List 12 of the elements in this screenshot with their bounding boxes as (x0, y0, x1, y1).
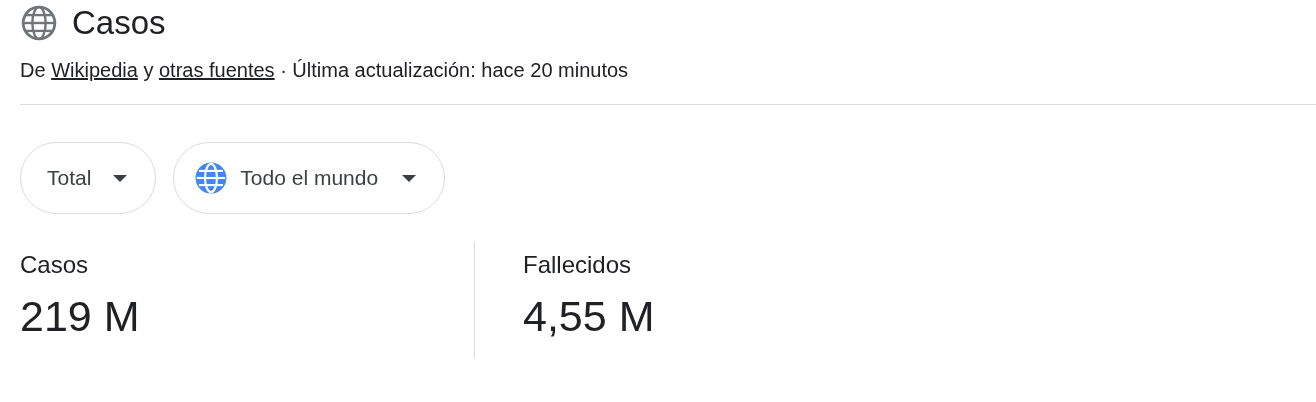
caret-icon (113, 174, 128, 182)
stat-label: Fallecidos (523, 250, 633, 280)
caret-icon (402, 174, 417, 182)
globe-icon (194, 161, 229, 195)
stat-label: Casos (20, 250, 90, 280)
stat-value: 219 M (20, 291, 141, 342)
source-line: De Wikipedia y otras fuentes · Última actualización: hace 20 minutos (19, 58, 630, 83)
globe-icon (20, 4, 58, 42)
section-title: Casos (72, 3, 166, 43)
source-link[interactable]: Wikipedia (51, 59, 138, 81)
source-link[interactable]: otras fuentes (158, 59, 275, 81)
stat-value: 4,55 M (523, 291, 656, 342)
